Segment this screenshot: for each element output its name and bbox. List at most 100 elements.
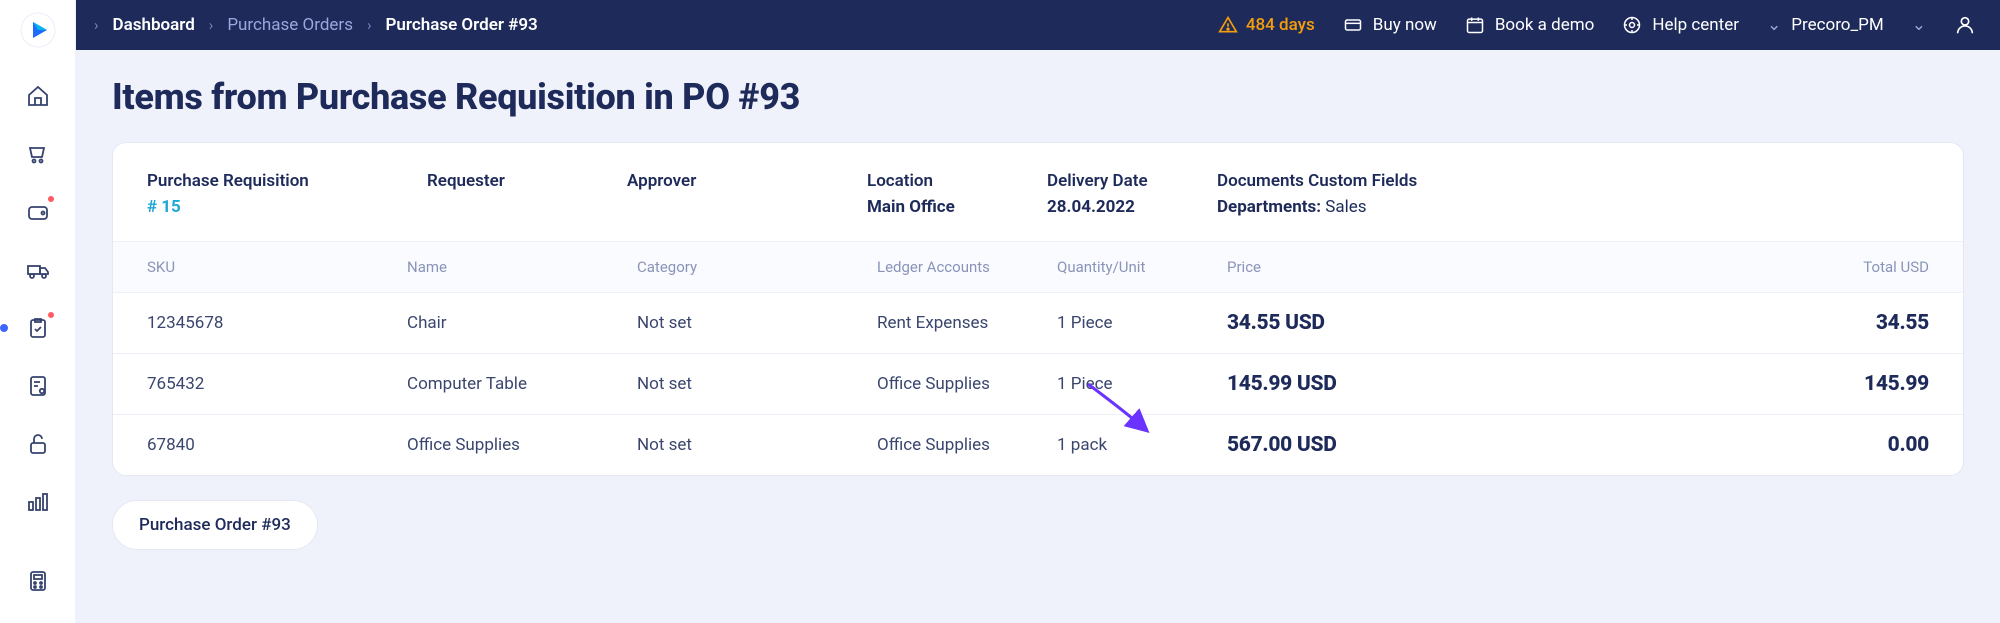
cell-qty: 1 pack (1057, 435, 1227, 455)
lock-open-icon (26, 432, 50, 456)
cell-name: Chair (407, 313, 637, 333)
trial-days-warning[interactable]: 484 days (1218, 15, 1315, 35)
cell-price: 145.99 USD (1227, 372, 1779, 396)
nav-cart[interactable] (18, 134, 58, 174)
table-row: 12345678 Chair Not set Rent Expenses 1 P… (113, 292, 1963, 353)
th-qty: Quantity/Unit (1057, 258, 1227, 276)
calculator-icon (26, 569, 50, 593)
summary-label: Documents Custom Fields (1217, 171, 1929, 191)
receipt-icon (26, 374, 50, 398)
truck-icon (26, 258, 50, 282)
summary-delivery-date: Delivery Date 28.04.2022 (1047, 171, 1217, 217)
cell-ledger: Office Supplies (877, 374, 1057, 394)
chevron-right-icon: › (209, 16, 214, 34)
sidebar (0, 0, 76, 623)
nav-orders[interactable] (18, 308, 58, 348)
nav-receipts[interactable] (18, 366, 58, 406)
cell-total: 34.55 (1779, 311, 1929, 335)
breadcrumb-purchase-orders[interactable]: Purchase Orders (227, 15, 353, 35)
home-icon (26, 84, 50, 108)
cell-total: 0.00 (1779, 433, 1929, 457)
th-price: Price (1227, 258, 1779, 276)
summary-label: Location (867, 171, 1047, 191)
cell-name: Office Supplies (407, 435, 637, 455)
th-name: Name (407, 258, 637, 276)
cell-sku: 12345678 (147, 313, 407, 333)
cell-price: 567.00 USD (1227, 433, 1779, 457)
help-center-label: Help center (1652, 15, 1739, 35)
summary-label: Approver (627, 171, 867, 191)
cell-price: 34.55 USD (1227, 311, 1779, 335)
th-total: Total USD (1779, 258, 1929, 276)
cell-sku: 765432 (147, 374, 407, 394)
company-selector[interactable]: ⌄ Precoro_PM (1767, 15, 1884, 35)
pr-items-card: Purchase Requisition # 15 Requester Appr… (112, 142, 1964, 476)
summary-label: Delivery Date (1047, 171, 1217, 191)
nav-wallet[interactable] (18, 192, 58, 232)
chart-icon (26, 490, 50, 514)
summary-value: Main Office (867, 197, 1047, 217)
th-sku: SKU (147, 258, 407, 276)
warning-icon (1218, 15, 1238, 35)
notification-dot (46, 310, 56, 320)
cell-qty: 1 Piece (1057, 374, 1227, 394)
cell-name: Computer Table (407, 374, 637, 394)
cell-category: Not set (637, 374, 877, 394)
cell-category: Not set (637, 313, 877, 333)
table-header: SKU Name Category Ledger Accounts Quanti… (113, 241, 1963, 292)
cell-category: Not set (637, 435, 877, 455)
summary-label: Purchase Requisition (147, 171, 427, 191)
nav-reports[interactable] (18, 482, 58, 522)
user-avatar-icon[interactable] (1954, 14, 1976, 36)
summary-label: Requester (427, 171, 627, 191)
breadcrumb-current: Purchase Order #93 (385, 15, 537, 35)
summary-custom-fields: Documents Custom Fields Departments: Sal… (1217, 171, 1929, 217)
chevron-down-icon[interactable]: ⌄ (1912, 15, 1926, 35)
cell-qty: 1 Piece (1057, 313, 1227, 333)
chevron-right-icon: › (367, 16, 372, 34)
wallet-icon (26, 200, 50, 224)
notification-dot (46, 194, 56, 204)
page-title: Items from Purchase Requisition in PO #9… (112, 76, 1964, 118)
chevron-right-icon: › (94, 16, 99, 34)
th-category: Category (637, 258, 877, 276)
company-name: Precoro_PM (1791, 15, 1883, 35)
book-demo-label: Book a demo (1495, 15, 1595, 35)
custom-field-key: Departments: (1217, 197, 1321, 217)
card-icon (1343, 15, 1363, 35)
summary-approver: Approver (627, 171, 867, 217)
cell-total: 145.99 (1779, 372, 1929, 396)
nav-calculator[interactable] (18, 561, 58, 601)
table-row: 765432 Computer Table Not set Office Sup… (113, 353, 1963, 414)
page-content: Items from Purchase Requisition in PO #9… (76, 50, 2000, 550)
cell-ledger: Office Supplies (877, 435, 1057, 455)
summary-value: Departments: Sales (1217, 197, 1929, 217)
topbar: › Dashboard › Purchase Orders › Purchase… (76, 0, 2000, 50)
app-logo[interactable] (18, 10, 58, 50)
nav-home[interactable] (18, 76, 58, 116)
trial-days-text: 484 days (1246, 15, 1315, 35)
table-row: 67840 Office Supplies Not set Office Sup… (113, 414, 1963, 475)
help-icon (1622, 15, 1642, 35)
cell-ledger: Rent Expenses (877, 313, 1057, 333)
calendar-icon (1465, 15, 1485, 35)
book-demo-button[interactable]: Book a demo (1465, 15, 1595, 35)
cart-icon (26, 142, 50, 166)
nav-budgets[interactable] (18, 424, 58, 464)
breadcrumb-dashboard[interactable]: Dashboard (113, 15, 195, 35)
help-center-button[interactable]: Help center (1622, 15, 1739, 35)
cell-sku: 67840 (147, 435, 407, 455)
custom-field-value: Sales (1325, 197, 1366, 217)
buy-now-label: Buy now (1373, 15, 1437, 35)
summary-row: Purchase Requisition # 15 Requester Appr… (113, 143, 1963, 241)
clipboard-check-icon (26, 316, 50, 340)
breadcrumbs: › Dashboard › Purchase Orders › Purchase… (94, 15, 538, 35)
chevron-down-icon: ⌄ (1767, 15, 1781, 35)
purchase-requisition-link[interactable]: # 15 (147, 197, 427, 217)
nav-suppliers[interactable] (18, 250, 58, 290)
summary-requester: Requester (427, 171, 627, 217)
po-chip-link[interactable]: Purchase Order #93 (112, 500, 318, 550)
buy-now-button[interactable]: Buy now (1343, 15, 1437, 35)
summary-value: 28.04.2022 (1047, 197, 1217, 217)
th-ledger: Ledger Accounts (877, 258, 1057, 276)
